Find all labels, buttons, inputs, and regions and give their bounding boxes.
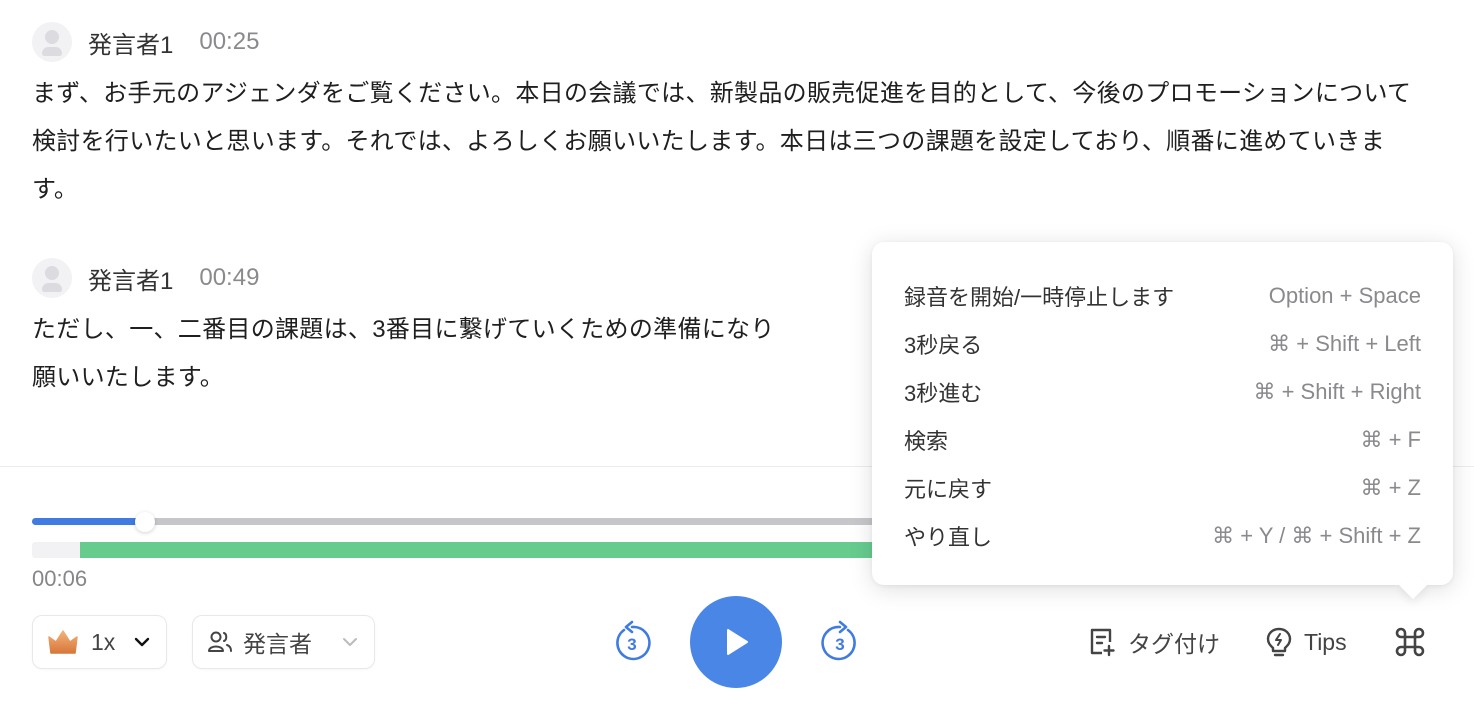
- shortcut-row: 3秒戻る ⌘ + Shift + Left: [904, 320, 1421, 368]
- skip-back-button[interactable]: 3: [610, 618, 654, 666]
- shortcut-keys: ⌘ + Y / ⌘ + Shift + Z: [1212, 523, 1421, 548]
- shortcut-keys: ⌘ + Z: [1360, 475, 1421, 500]
- progress-thumb[interactable]: [134, 512, 155, 532]
- shortcut-action: 元に戻す: [904, 477, 993, 502]
- command-key-icon: [1395, 627, 1425, 657]
- speed-select[interactable]: 1x: [32, 615, 167, 669]
- shortcut-keys: ⌘ + Shift + Left: [1268, 331, 1421, 356]
- tag-button[interactable]: タグ付け: [1088, 622, 1220, 662]
- segment-timestamp[interactable]: 00:25: [199, 28, 259, 56]
- shortcuts-popover: 録音を開始/一時停止します Option + Space 3秒戻る ⌘ + Sh…: [872, 242, 1453, 585]
- shortcut-row: 検索 ⌘ + F: [904, 416, 1421, 464]
- keyboard-shortcuts-button[interactable]: [1394, 622, 1438, 662]
- shortcut-keys: ⌘ + Shift + Right: [1253, 379, 1421, 404]
- forward-3s-icon: 3: [821, 620, 856, 661]
- tips-label: Tips: [1304, 628, 1347, 655]
- progress-fill: [32, 518, 145, 525]
- crown-icon: [48, 630, 78, 654]
- play-button[interactable]: [690, 596, 782, 688]
- transcript-segment: 発言者1 00:25 まず、お手元のアジェンダをご覧ください。本日の会議では、新…: [32, 22, 1434, 214]
- chevron-down-icon: [343, 638, 357, 646]
- skip-forward-seconds: 3: [835, 635, 844, 654]
- rewind-3s-icon: 3: [616, 620, 651, 661]
- tips-button[interactable]: Tips: [1266, 622, 1347, 662]
- add-tag-icon: [1090, 628, 1115, 657]
- play-icon: [727, 629, 748, 655]
- shortcut-action: 検索: [904, 429, 949, 454]
- speed-value: 1x: [91, 628, 116, 655]
- shortcut-action: 3秒戻る: [904, 333, 983, 358]
- shortcut-action: 録音を開始/一時停止します: [904, 285, 1175, 310]
- avatar: [32, 258, 72, 298]
- shortcut-action: やり直し: [904, 525, 993, 550]
- speaker-name[interactable]: 発言者1: [88, 25, 173, 60]
- chevron-down-icon: [134, 637, 150, 647]
- shortcut-row: 元に戻す ⌘ + Z: [904, 464, 1421, 512]
- tag-label: タグ付け: [1128, 631, 1220, 657]
- segment-timestamp[interactable]: 00:49: [199, 264, 259, 292]
- speaker-filter-select[interactable]: 発言者: [192, 615, 375, 669]
- segment-text[interactable]: まず、お手元のアジェンダをご覧ください。本日の会議では、新製品の販売促進を目的と…: [32, 70, 1427, 214]
- speaker-filter-value: 発言者: [243, 631, 312, 657]
- lightbulb-icon: [1266, 627, 1292, 657]
- shortcut-row: やり直し ⌘ + Y / ⌘ + Shift + Z: [904, 512, 1421, 560]
- shortcut-row: 録音を開始/一時停止します Option + Space: [904, 272, 1421, 320]
- segment-header: 発言者1 00:25: [32, 22, 1434, 62]
- skip-forward-button[interactable]: 3: [818, 618, 862, 666]
- shortcut-keys: ⌘ + F: [1360, 427, 1421, 452]
- shortcut-action: 3秒進む: [904, 381, 983, 406]
- speaker-name[interactable]: 発言者1: [88, 261, 173, 296]
- avatar: [32, 22, 72, 62]
- shortcut-row: 3秒進む ⌘ + Shift + Right: [904, 368, 1421, 416]
- current-time: 00:06: [32, 566, 88, 591]
- users-icon: [208, 631, 232, 652]
- skip-back-seconds: 3: [627, 635, 636, 654]
- shortcut-keys: Option + Space: [1268, 283, 1421, 308]
